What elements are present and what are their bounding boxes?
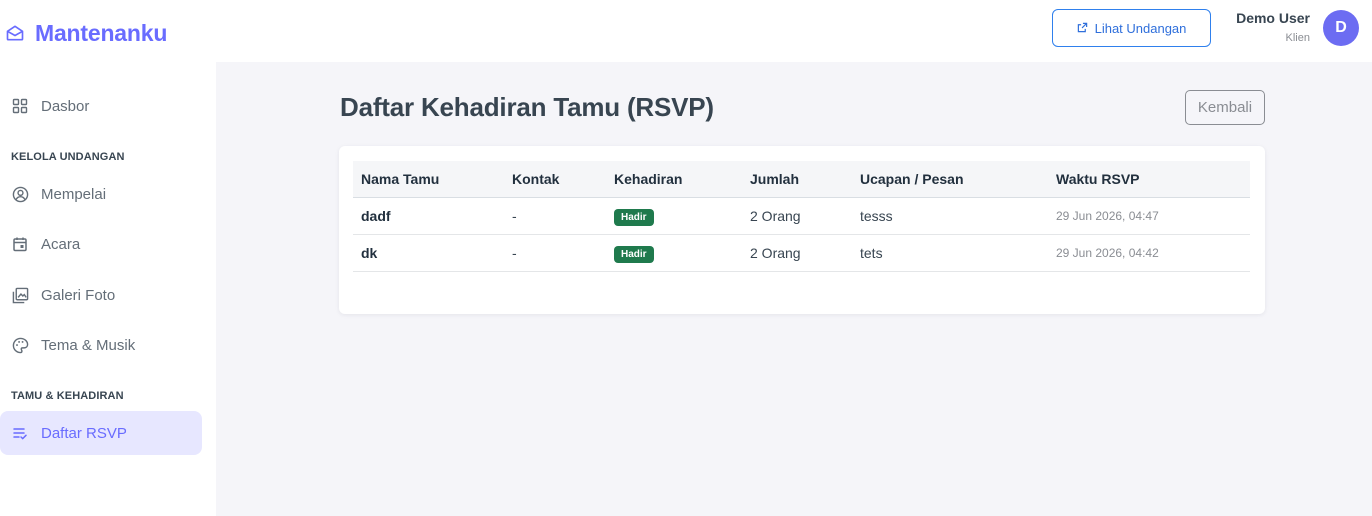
column-header-attendance: Kehadiran — [614, 171, 683, 187]
sidebar-item-label: Mempelai — [41, 185, 107, 203]
brand-logo[interactable]: Mantenanku — [4, 18, 167, 48]
table-row: dk - Hadir 2 Orang tets 29 Jun 2026, 04:… — [353, 235, 1250, 272]
view-invitation-button[interactable]: Lihat Undangan — [1052, 9, 1211, 47]
status-badge: Hadir — [614, 208, 654, 226]
sidebar-item-dasbor[interactable]: Dasbor — [0, 84, 202, 128]
guest-count: 2 Orang — [750, 208, 801, 224]
table-row: dadf - Hadir 2 Orang tesss 29 Jun 2026, … — [353, 198, 1250, 235]
sidebar-item-daftar-rsvp[interactable]: Daftar RSVP — [0, 411, 202, 455]
avatar[interactable]: D — [1323, 10, 1359, 46]
view-invitation-label: Lihat Undangan — [1094, 20, 1187, 36]
page-title: Daftar Kehadiran Tamu (RSVP) — [340, 92, 714, 122]
table-header: Nama Tamu Kontak Kehadiran Jumlah Ucapan… — [353, 161, 1250, 198]
guest-name: dadf — [361, 208, 391, 224]
rsvp-time: 29 Jun 2026, 04:42 — [1056, 246, 1159, 260]
guest-message: tesss — [860, 208, 893, 224]
rsvp-table: Nama Tamu Kontak Kehadiran Jumlah Ucapan… — [353, 161, 1250, 272]
sidebar-item-galeri-foto[interactable]: Galeri Foto — [0, 273, 202, 317]
column-header-count: Jumlah — [750, 171, 800, 187]
sidebar-item-label: Galeri Foto — [41, 286, 116, 304]
sidebar-item-acara[interactable]: Acara — [0, 222, 202, 266]
palette-icon — [11, 336, 29, 354]
calendar-icon — [11, 235, 29, 253]
attendance-cell: Hadir — [614, 207, 654, 226]
guest-contact: - — [512, 208, 517, 224]
app-root: Mantenanku Dasbor KELOLA UNDANGAN Mempel… — [0, 0, 1372, 516]
brand-name: Mantenanku — [35, 19, 168, 46]
sidebar-item-tema-musik[interactable]: Tema & Musik — [0, 323, 202, 367]
menu-header-manage: KELOLA UNDANGAN — [11, 151, 125, 163]
sidebar-item-mempelai[interactable]: Mempelai — [0, 172, 202, 216]
guest-count: 2 Orang — [750, 245, 801, 261]
menu-header-guests: TAMU & KEHADIRAN — [11, 390, 124, 402]
user-name: Demo User — [1236, 10, 1310, 26]
envelope-open-icon — [4, 22, 26, 44]
user-info[interactable]: Demo User Klien — [1236, 10, 1310, 44]
back-button[interactable]: Kembali — [1185, 90, 1265, 125]
rsvp-time: 29 Jun 2026, 04:47 — [1056, 209, 1159, 223]
guest-name: dk — [361, 245, 378, 261]
column-header-contact: Kontak — [512, 171, 560, 187]
topbar: Lihat Undangan Demo User Klien D — [216, 0, 1372, 62]
checklist-icon — [11, 424, 29, 442]
sidebar-item-label: Dasbor — [41, 97, 90, 115]
attendance-cell: Hadir — [614, 244, 654, 263]
photo-gallery-icon — [11, 286, 29, 304]
sidebar-item-label: Tema & Musik — [41, 336, 136, 354]
sidebar: Mantenanku Dasbor KELOLA UNDANGAN Mempel… — [0, 0, 216, 516]
column-header-message: Ucapan / Pesan — [860, 171, 964, 187]
status-badge: Hadir — [614, 245, 654, 263]
sidebar-item-label: Acara — [41, 235, 81, 253]
column-header-time: Waktu RSVP — [1056, 171, 1140, 187]
column-header-name: Nama Tamu — [361, 171, 440, 187]
external-link-icon — [1077, 21, 1088, 36]
user-circle-icon — [11, 185, 29, 203]
rsvp-card: Nama Tamu Kontak Kehadiran Jumlah Ucapan… — [339, 146, 1265, 314]
guest-contact: - — [512, 245, 517, 261]
user-role: Klien — [1285, 32, 1310, 44]
sidebar-item-label: Daftar RSVP — [41, 424, 127, 442]
grid-icon — [11, 97, 29, 115]
guest-message: tets — [860, 245, 883, 261]
